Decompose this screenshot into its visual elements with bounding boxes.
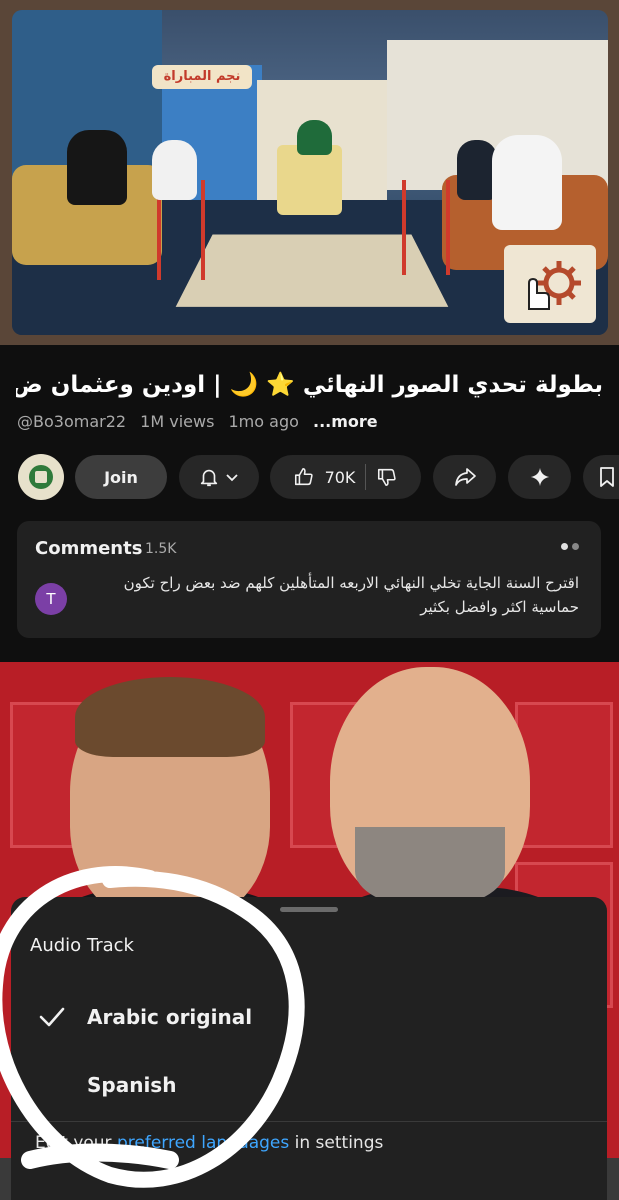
drag-handle[interactable] (280, 907, 338, 912)
bookmark-icon (600, 467, 614, 487)
top-comment: اقترح السنة الجاية تخلي النهائي الاربعه … (123, 574, 579, 616)
background-strip (0, 1158, 11, 1200)
studio-banner: نجم المباراة (152, 65, 252, 89)
thumbs-down-icon[interactable] (376, 466, 398, 488)
comments-count: 1.5K (145, 541, 177, 557)
like-button[interactable]: 70K (293, 466, 356, 488)
more-link[interactable]: ...more (313, 412, 378, 431)
commenter-avatar: T (35, 583, 67, 615)
person (492, 135, 562, 230)
channel-logo-icon (29, 465, 53, 489)
share-icon (454, 468, 476, 486)
share-button[interactable] (433, 455, 496, 499)
bell-icon (200, 469, 218, 487)
host-desk (277, 145, 342, 215)
person-right-beard (355, 827, 505, 907)
like-divider (365, 464, 367, 490)
table-right (402, 180, 450, 275)
ask-button[interactable] (508, 455, 571, 499)
background-strip (607, 1158, 619, 1200)
like-dislike-group: 70K (270, 455, 421, 499)
person (67, 130, 127, 205)
gear-icon (528, 261, 581, 310)
checkmark-icon (39, 1007, 65, 1027)
footer-text: in settings (289, 1133, 384, 1153)
like-count: 70K (324, 467, 356, 487)
video-title[interactable]: بطولة تحدي الصور النهائي ⭐ 🌙 | اودين وعث… (16, 368, 603, 402)
comments-header: Comments (35, 538, 143, 559)
footer-text: Edit your (35, 1133, 117, 1153)
person (297, 120, 332, 155)
action-row: Join 70K (0, 454, 619, 500)
video-frame: نجم المباراة (12, 10, 608, 335)
sparkle-icon (530, 467, 549, 487)
video-player[interactable]: نجم المباراة (0, 0, 619, 345)
divider (11, 1121, 607, 1122)
chevron-down-icon (226, 474, 238, 482)
preferred-languages-link[interactable]: preferred languages (117, 1133, 289, 1153)
sheet-title: Audio Track (30, 935, 134, 956)
channel-avatar[interactable] (18, 454, 64, 500)
channel-handle[interactable]: @Bo3omar22 (17, 412, 126, 431)
audio-track-sheet: Audio Track Arabic original Spanish Edit… (11, 897, 607, 1200)
person (152, 140, 197, 200)
notifications-button[interactable] (179, 455, 259, 499)
audio-option-label: Arabic original (87, 1005, 253, 1029)
settings-footer: Edit your preferred languages in setting… (35, 1133, 383, 1153)
video-meta: @Bo3omar22 1M views 1mo ago ...more (17, 412, 387, 431)
view-count: 1M views (140, 412, 215, 431)
upload-age: 1mo ago (228, 412, 299, 431)
carousel-dots (561, 543, 579, 550)
audio-option-arabic[interactable]: Arabic original (11, 989, 607, 1045)
comments-card[interactable]: Comments 1.5K T اقترح السنة الجاية تخلي … (17, 521, 601, 638)
thumbs-up-icon (294, 467, 313, 486)
person (457, 140, 497, 200)
channel-watermark (504, 245, 596, 323)
join-button[interactable]: Join (75, 455, 167, 499)
audio-option-label: Spanish (87, 1073, 177, 1097)
audio-option-spanish[interactable]: Spanish (11, 1057, 607, 1113)
save-button[interactable] (583, 455, 619, 499)
person-left-hair (75, 677, 265, 757)
